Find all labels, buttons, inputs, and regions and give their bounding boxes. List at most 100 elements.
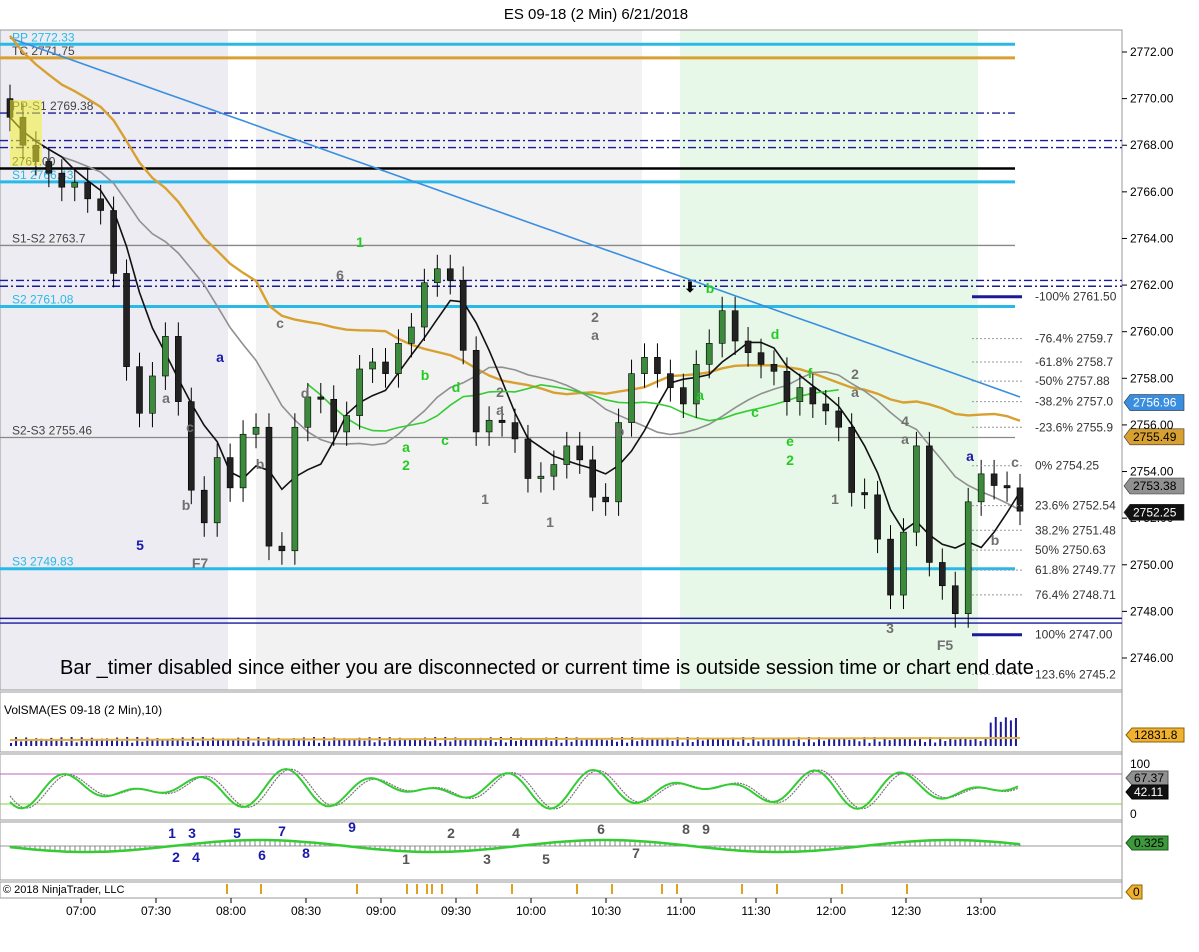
fib-label-13: 123.6% 2745.2 [1035,667,1116,681]
price-badge-text-3: 2752.25 [1133,505,1177,519]
candle-body [226,457,234,489]
wave-label-8: F7 [192,555,209,571]
y-tick-label-0: 2772.00 [1130,45,1174,59]
volume-bar [580,740,583,746]
wave-osc-label-10: 2 [447,825,455,841]
volume-bar [737,741,740,746]
stoch-badge-1: 67.37 [1125,770,1169,786]
wave-label-24: f [808,365,813,381]
volume-bar [671,740,674,746]
x-tick-label-5: 09:30 [441,904,471,918]
wave-osc-label-0: 1 [168,825,176,841]
stoch-panel-frame [0,753,1123,821]
copyright-text: © 2018 NinjaTrader, LLC [3,884,124,896]
candle-body [304,396,312,428]
chart-title: ES 09-18 (2 Min) 6/21/2018 [504,6,688,23]
x-tick-label-3: 08:30 [291,904,321,918]
marker-4 [416,884,418,894]
candle-body [951,585,959,615]
volume-bar [878,741,881,746]
candle-body [149,375,156,414]
wave-label-30: 1 [831,491,839,507]
wave-label-38: 5 [136,537,144,553]
fib-label-9: 50% 2750.63 [1035,543,1106,557]
wave-badge-text: 0.325 [1134,836,1164,850]
fib-label-8: 38.2% 2751.48 [1035,523,1116,537]
wave-label-28: 2 [851,366,859,382]
candle-body [408,326,415,344]
wave-label-14: 2 [496,384,504,400]
volume-bar [307,741,310,746]
volume-bar [570,741,573,746]
volume-bar [484,740,487,746]
candle-body [434,268,441,284]
candle-body [796,387,804,402]
candle-body [97,198,104,211]
volume-bars [9,717,1021,746]
wave-label-6: b [182,497,191,513]
fib-label-2: -61.8% 2758.7 [1035,355,1113,369]
wave-osc-label-6: 4 [192,849,200,865]
marker-1 [260,884,262,894]
volume-bar [242,741,245,746]
x-tick-label-11: 12:30 [891,904,921,918]
candle-body [783,371,791,402]
marker-6 [431,884,433,894]
price-axis: 2772.00 2770.00 2768.00 2766.00 2764.00 2762.… [1122,45,1174,665]
volume-bar [353,739,356,746]
candle-body [1003,485,1011,489]
wave-label-17: 1 [546,514,554,530]
wave-label-35: a [966,448,974,464]
candle-body [317,396,325,400]
volume-bar [1014,717,1017,746]
wave-label-13: c [441,432,449,448]
wave-label-20: b [616,423,625,439]
stoch-badge-1-text: 67.37 [1134,771,1164,785]
volume-bar [338,739,341,746]
candle-body [369,361,376,370]
wave-label-29: a [851,384,859,400]
chart-canvas: ES 09-18 (2 Min) 6/21/2018 PP 2772.33TC … [0,6,1185,918]
volume-bar [727,740,730,746]
candle-body [110,210,117,274]
wave-label-12: 2 [402,457,410,473]
volume-bar [823,740,826,746]
candle-body [977,473,985,503]
candle-body [537,475,545,479]
volume-bar [257,737,260,746]
candle-body [861,492,868,496]
volume-bar [590,739,593,746]
volume-bar [843,738,846,746]
volume-bar [206,741,209,746]
candle-body [835,410,843,428]
wave-label-0: 1 [356,234,364,250]
x-tick-label-12: 13:00 [966,904,996,918]
volume-bar [252,742,255,746]
wave-label-19: a [591,327,599,343]
candle-body [913,445,920,533]
candle-body [990,473,998,486]
volume-bar [1004,717,1007,746]
candle-body [382,361,389,374]
candle-body [900,531,907,596]
volume-bar [934,742,937,746]
volume-bar [176,740,179,746]
price-badge-text-0: 2756.96 [1133,396,1177,410]
candle-body [1016,487,1024,512]
wave-osc-label-16: 8 [682,821,690,837]
volume-bar [146,737,149,746]
candle-body [252,426,260,435]
candle-body [757,352,765,365]
volume-bar [989,722,992,746]
marker-badge: 0 [1125,884,1143,900]
candle-body [680,387,687,405]
x-tick-label-4: 09:00 [366,904,396,918]
volume-bar [969,739,972,746]
candle-body [744,340,752,353]
time-axis: 07:00 07:30 08:00 08:30 09:00 09:30 10:00 10:30… [66,898,996,918]
volume-bar [959,738,962,746]
volume-bar [747,742,750,746]
pivot-label-5: S1-S2 2763.7 [12,231,86,245]
volume-bar [459,740,462,746]
marker-11 [611,884,613,894]
